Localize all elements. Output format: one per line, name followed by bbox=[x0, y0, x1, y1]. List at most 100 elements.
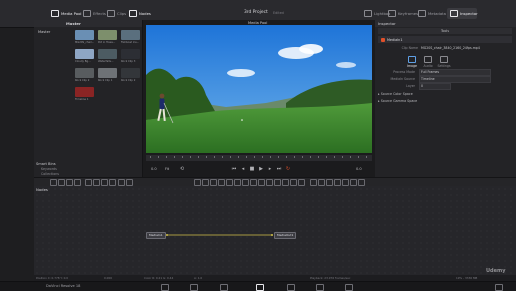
timecode-right[interactable]: 0.0 bbox=[356, 167, 362, 171]
source-color-space-section[interactable]: ▸ Source Color Space bbox=[378, 92, 508, 96]
fusion-tool-icon[interactable] bbox=[194, 179, 201, 186]
step-back-icon[interactable]: ◂ bbox=[240, 166, 246, 172]
ruler-tick bbox=[270, 156, 271, 158]
media-pool-toggle[interactable]: Media Pool bbox=[51, 9, 81, 18]
stop-icon[interactable]: ■ bbox=[249, 166, 255, 172]
media-clip[interactable]: Pot in Trees... bbox=[98, 30, 117, 44]
step-forward-icon[interactable]: ▸ bbox=[267, 166, 273, 172]
fusion-tool-icon[interactable] bbox=[298, 179, 305, 186]
inspector-toggle[interactable]: Inspector bbox=[450, 9, 478, 18]
layer-select[interactable] bbox=[419, 83, 451, 90]
mediain-source-label: MediaIn Source bbox=[390, 77, 416, 81]
fusion-tool-icon[interactable] bbox=[118, 179, 125, 186]
fusion-tool-icon[interactable] bbox=[242, 179, 249, 186]
fusion-tool-icon[interactable] bbox=[334, 179, 341, 186]
inspector-clip-row[interactable]: MediaIn1 bbox=[378, 36, 512, 43]
fusion-tool-icon[interactable] bbox=[258, 179, 265, 186]
fusion-tool-icon[interactable] bbox=[93, 179, 100, 186]
fusion-tool-icon[interactable] bbox=[358, 179, 365, 186]
zoom-level[interactable]: Fit bbox=[165, 167, 169, 171]
node-mediaout[interactable]: MediaOut1 bbox=[274, 232, 297, 239]
timeline-ruler[interactable] bbox=[146, 155, 372, 161]
fusion-tool-icon[interactable] bbox=[74, 179, 81, 186]
clip-name: MG20S_chair... bbox=[75, 41, 94, 44]
fusion-tool-icon[interactable] bbox=[101, 179, 108, 186]
media-clip[interactable]: Cloudy Bg... bbox=[75, 49, 94, 63]
lightbox-toggle[interactable]: Lightbox bbox=[364, 9, 390, 18]
ruler-tick bbox=[182, 156, 183, 158]
media-clip[interactable]: Rock Clip 3 bbox=[121, 49, 140, 63]
keyframes-toggle[interactable]: Keyframes bbox=[388, 9, 418, 18]
first-frame-icon[interactable]: ⏮ bbox=[231, 166, 237, 172]
fusion-tool-icon[interactable] bbox=[282, 179, 289, 186]
metadata-icon bbox=[418, 10, 426, 17]
fusion-tool-icon[interactable] bbox=[109, 179, 116, 186]
fusion-tool-icon[interactable] bbox=[50, 179, 57, 186]
fusion-tool-icon[interactable] bbox=[290, 179, 297, 186]
source-color-space-label: Source Color Space bbox=[380, 92, 413, 96]
ruler-tick bbox=[166, 156, 167, 158]
tab-audio[interactable]: Audio bbox=[421, 56, 435, 68]
tab-image[interactable]: Image bbox=[405, 56, 419, 68]
fusion-tool-icon[interactable] bbox=[234, 179, 241, 186]
master-bin[interactable]: Master bbox=[38, 30, 50, 34]
smart-bin-collections[interactable]: Collections bbox=[34, 172, 74, 176]
fusion-tool-icon[interactable] bbox=[226, 179, 233, 186]
media-pool-title: Master bbox=[66, 21, 81, 26]
node-mediain[interactable]: MediaIn1 bbox=[146, 232, 166, 239]
loop-icon[interactable]: ⟲ bbox=[179, 166, 185, 172]
fusion-tool-icon[interactable] bbox=[58, 179, 65, 186]
fusion-tool-icon[interactable] bbox=[274, 179, 281, 186]
fusion-tool-icon[interactable] bbox=[85, 179, 92, 186]
tab-settings[interactable]: Settings bbox=[437, 56, 451, 68]
smart-bin-keywords[interactable]: Keywords bbox=[34, 167, 74, 171]
fusion-tool-icon[interactable] bbox=[318, 179, 325, 186]
metadata-toggle[interactable]: Metadata bbox=[418, 9, 446, 18]
effects-toggle[interactable]: Effects bbox=[83, 9, 106, 18]
keyframes-label: Keyframes bbox=[398, 11, 419, 16]
media-pool-icon bbox=[51, 10, 59, 17]
fusion-tool-icon[interactable] bbox=[218, 179, 225, 186]
media-clip[interactable]: Timeline 1 bbox=[75, 87, 94, 101]
last-frame-icon[interactable]: ⏭ bbox=[276, 166, 282, 172]
inspector-header: Inspector bbox=[375, 20, 516, 27]
inspector-tools-tab[interactable]: Tools bbox=[378, 28, 512, 34]
source-gamma-space-section[interactable]: ▸ Source Gamma Space bbox=[378, 99, 508, 103]
media-clip[interactable]: Waterfalls... bbox=[98, 49, 117, 63]
fusion-tool-icon[interactable] bbox=[202, 179, 209, 186]
inspector-label: Inspector bbox=[460, 11, 478, 16]
loop-playback-icon[interactable]: ↻ bbox=[285, 166, 291, 172]
media-clip[interactable]: MG20S_chair... bbox=[75, 30, 94, 44]
fusion-tool-icon[interactable] bbox=[250, 179, 257, 186]
fusion-tool-icon[interactable] bbox=[126, 179, 133, 186]
viewer-panel: Media Pool 0.0 Fit ⟲ ⏮ ◂ ■ ▶ ▸ ⏭ ↻ 0.0 bbox=[143, 20, 375, 177]
fusion-tool-icon[interactable] bbox=[342, 179, 349, 186]
fusion-tool-icon[interactable] bbox=[66, 179, 73, 186]
fusion-tool-icon[interactable] bbox=[350, 179, 357, 186]
fusion-tool-icon[interactable] bbox=[266, 179, 273, 186]
node-editor[interactable]: Nodes MediaIn1 MediaOut1 bbox=[34, 186, 516, 275]
ruler-tick bbox=[342, 156, 343, 158]
status-alpha: A: 1.0 bbox=[194, 276, 203, 280]
ruler-tick bbox=[150, 156, 151, 158]
process-mode-value: Full Frames bbox=[421, 70, 440, 74]
media-clip[interactable]: Rock Clip 2 bbox=[121, 68, 140, 82]
media-clip[interactable]: Rock Clip 1 bbox=[98, 68, 117, 82]
timecode-left[interactable]: 0.0 bbox=[151, 167, 157, 171]
play-icon[interactable]: ▶ bbox=[258, 166, 264, 172]
media-clip[interactable]: Fishbowl Ice... bbox=[121, 30, 140, 44]
ruler-tick bbox=[262, 156, 263, 158]
media-clip[interactable]: Rock Clip 2 bbox=[75, 68, 94, 82]
fusion-tool-icon[interactable] bbox=[310, 179, 317, 186]
clip-name: Pot in Trees... bbox=[98, 41, 116, 44]
effects-icon bbox=[83, 10, 91, 17]
ruler-tick bbox=[310, 156, 311, 158]
ruler-tick bbox=[198, 156, 199, 158]
fusion-tool-icon[interactable] bbox=[210, 179, 217, 186]
video-frame[interactable] bbox=[146, 25, 372, 153]
nodes-toggle[interactable]: Nodes bbox=[129, 9, 151, 18]
fusion-tool-icon[interactable] bbox=[326, 179, 333, 186]
clips-toggle[interactable]: Clips bbox=[107, 9, 126, 18]
ruler-tick bbox=[366, 156, 367, 158]
layer-label: Layer bbox=[406, 84, 415, 88]
